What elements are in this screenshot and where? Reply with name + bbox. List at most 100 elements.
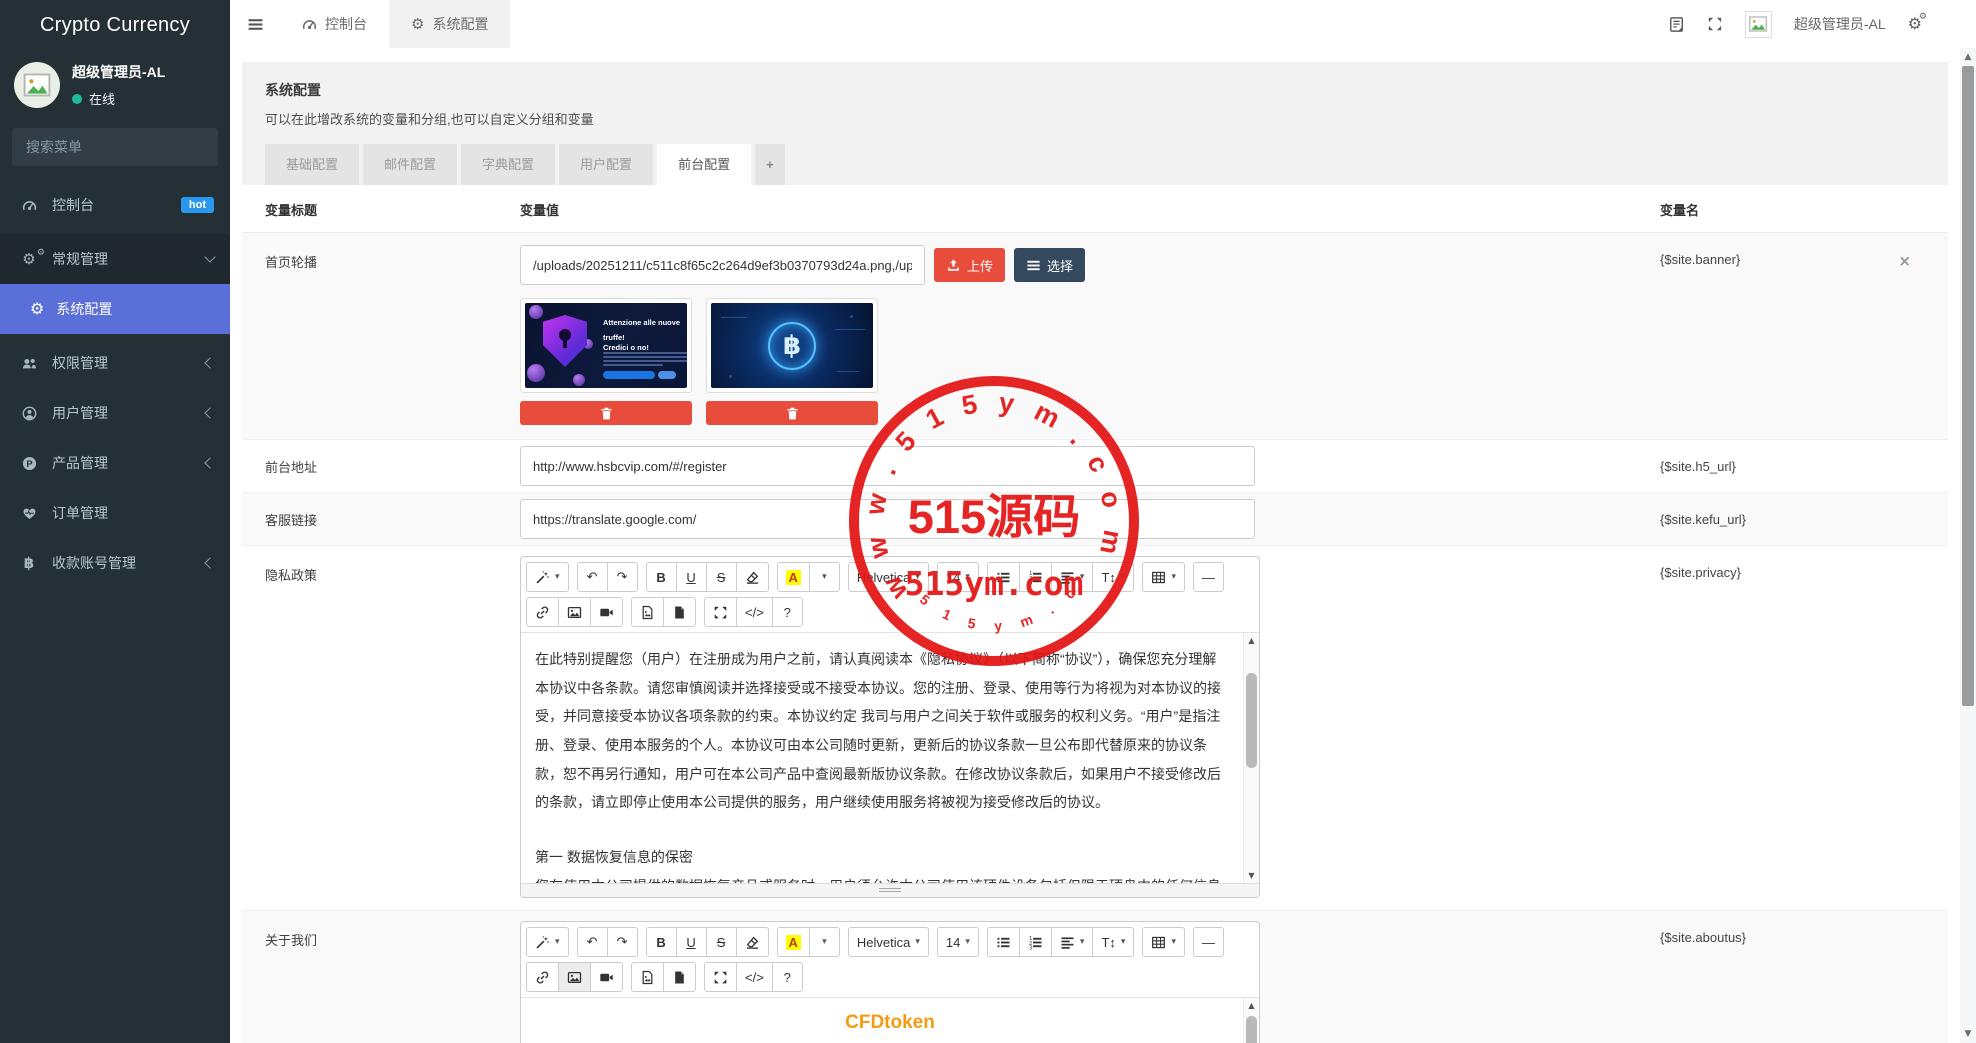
editor-attach-image-button[interactable] bbox=[631, 597, 664, 627]
banner1-subtitle: Credici o no! bbox=[603, 343, 687, 352]
editor-scrollbar[interactable]: ▲ ▼ bbox=[1243, 633, 1259, 883]
fullscreen-icon[interactable] bbox=[1707, 16, 1723, 32]
sidebar-item-permission[interactable]: 权限管理 bbox=[0, 338, 230, 388]
editor-fontsize-dropdown[interactable]: 14▾ bbox=[937, 562, 979, 592]
editor-video-button[interactable] bbox=[590, 597, 623, 627]
topbar-avatar[interactable] bbox=[1745, 11, 1772, 38]
topbar-username[interactable]: 超级管理员-AL bbox=[1794, 14, 1886, 34]
editor-bold-button[interactable]: B bbox=[646, 927, 677, 957]
add-tab-button[interactable]: + bbox=[755, 144, 785, 185]
editor-table-button[interactable]: ▾ bbox=[1142, 562, 1185, 592]
editor-redo-button[interactable]: ↷ bbox=[607, 927, 638, 957]
editor-hr-button[interactable]: — bbox=[1193, 562, 1224, 592]
delete-banner-1-button[interactable] bbox=[520, 401, 692, 425]
sidebar-item-dashboard[interactable]: 控制台 hot bbox=[0, 180, 230, 230]
banner-thumbnail-2[interactable]: ฿ bbox=[706, 298, 878, 393]
editor-codeview-button[interactable]: </> bbox=[736, 962, 773, 992]
editor-ol-button[interactable] bbox=[1019, 562, 1052, 592]
editor-bold-button[interactable]: B bbox=[646, 562, 677, 592]
editor-hr-button[interactable]: — bbox=[1193, 927, 1224, 957]
scroll-down-arrow[interactable]: ▼ bbox=[1960, 1027, 1976, 1041]
tab-user-config[interactable]: 用户配置 bbox=[559, 144, 653, 185]
editor-strike-button[interactable]: S bbox=[706, 927, 737, 957]
sidebar-item-user-manage[interactable]: 用户管理 bbox=[0, 388, 230, 438]
editor-color-caret-button[interactable]: ▾ bbox=[809, 562, 840, 592]
editor-help-button[interactable]: ? bbox=[772, 597, 803, 627]
editor-video-button[interactable] bbox=[590, 962, 623, 992]
editor-eraser-button[interactable] bbox=[736, 562, 769, 592]
editor-paragraph-button[interactable]: ▾ bbox=[1051, 927, 1094, 957]
editor-attach-image-button[interactable] bbox=[631, 962, 664, 992]
upload-button[interactable]: 上传 bbox=[934, 248, 1005, 282]
editor-color-caret-button[interactable]: ▾ bbox=[809, 927, 840, 957]
h5-url-input[interactable] bbox=[520, 446, 1255, 486]
privacy-rich-text-editor: ▾ ↶ ↷ B U S bbox=[520, 556, 1260, 898]
delete-banner-2-button[interactable] bbox=[706, 401, 878, 425]
editor-table-button[interactable]: ▾ bbox=[1142, 927, 1185, 957]
editor-underline-button[interactable]: U bbox=[676, 927, 707, 957]
editor-resize-bar[interactable] bbox=[521, 883, 1259, 897]
editor-fullscreen-button[interactable] bbox=[704, 597, 737, 627]
close-icon[interactable]: × bbox=[1898, 252, 1911, 270]
editor-ul-button[interactable] bbox=[987, 927, 1020, 957]
scrollbar-thumb[interactable] bbox=[1962, 66, 1974, 706]
editor-ol-button[interactable] bbox=[1019, 927, 1052, 957]
editor-paragraph-button[interactable]: ▾ bbox=[1051, 562, 1094, 592]
settings-cogs-icon[interactable]: ⚙⚙ bbox=[1908, 16, 1922, 32]
banner-thumbnail-1[interactable]: Attenzione alle nuove truffe! Credici o … bbox=[520, 298, 692, 393]
tab-dict-config[interactable]: 字典配置 bbox=[461, 144, 555, 185]
editor-codeview-button[interactable]: </> bbox=[736, 597, 773, 627]
editor-fontname-dropdown[interactable]: Helvetica▾ bbox=[848, 927, 929, 957]
editor-undo-button[interactable]: ↶ bbox=[577, 927, 608, 957]
editor-style-button[interactable]: ▾ bbox=[526, 927, 569, 957]
editor-fullscreen-button[interactable] bbox=[704, 962, 737, 992]
scroll-down-arrow[interactable]: ▼ bbox=[1244, 869, 1259, 882]
choose-button[interactable]: 选择 bbox=[1014, 248, 1085, 282]
scrollbar-thumb[interactable] bbox=[1246, 1016, 1257, 1043]
editor-scrollbar[interactable]: ▲ bbox=[1243, 998, 1259, 1043]
user-avatar[interactable] bbox=[14, 62, 60, 108]
scrollbar-thumb[interactable] bbox=[1246, 673, 1257, 768]
privacy-editor-content[interactable]: 在此特别提醒您（用户）在注册成为用户之前，请认真阅读本《隐私协议》（以下简称“协… bbox=[521, 633, 1259, 883]
language-switch-icon[interactable] bbox=[1668, 16, 1685, 33]
banner-path-input[interactable] bbox=[520, 245, 925, 285]
editor-undo-button[interactable]: ↶ bbox=[577, 562, 608, 592]
editor-style-button[interactable]: ▾ bbox=[526, 562, 569, 592]
topbar-tab-system-config[interactable]: ⚙ 系统配置 bbox=[389, 0, 510, 48]
editor-color-button[interactable]: A bbox=[777, 562, 810, 592]
editor-link-button[interactable] bbox=[526, 962, 559, 992]
hamburger-menu-button[interactable] bbox=[230, 0, 280, 48]
editor-image-button[interactable] bbox=[558, 962, 591, 992]
editor-ul-button[interactable] bbox=[987, 562, 1020, 592]
scroll-up-arrow[interactable]: ▲ bbox=[1960, 50, 1976, 64]
tab-mail-config[interactable]: 邮件配置 bbox=[363, 144, 457, 185]
scroll-up-arrow[interactable]: ▲ bbox=[1244, 999, 1259, 1012]
editor-attach-file-button[interactable] bbox=[663, 962, 696, 992]
sidebar-item-product-manage[interactable]: 产品管理 bbox=[0, 438, 230, 488]
editor-strike-button[interactable]: S bbox=[706, 562, 737, 592]
editor-attach-file-button[interactable] bbox=[663, 597, 696, 627]
editor-help-button[interactable]: ? bbox=[772, 962, 803, 992]
page-scrollbar[interactable]: ▲ ▼ bbox=[1959, 48, 1976, 1043]
menu-search-input[interactable] bbox=[24, 138, 209, 156]
topbar-tab-dashboard[interactable]: 控制台 bbox=[280, 0, 389, 48]
editor-eraser-button[interactable] bbox=[736, 927, 769, 957]
editor-color-button[interactable]: A bbox=[777, 927, 810, 957]
editor-image-button[interactable] bbox=[558, 597, 591, 627]
editor-link-button[interactable] bbox=[526, 597, 559, 627]
sidebar-item-payment-account[interactable]: ฿ 收款账号管理 bbox=[0, 538, 230, 588]
sidebar-item-order-manage[interactable]: 订单管理 bbox=[0, 488, 230, 538]
tab-frontend-config[interactable]: 前台配置 bbox=[657, 144, 751, 185]
editor-lineheight-button[interactable]: T↕▾ bbox=[1092, 562, 1134, 592]
sidebar-item-system-config[interactable]: ⚙ 系统配置 bbox=[0, 284, 230, 334]
editor-fontsize-dropdown[interactable]: 14▾ bbox=[937, 927, 979, 957]
tab-basic-config[interactable]: 基础配置 bbox=[265, 144, 359, 185]
editor-lineheight-button[interactable]: T↕▾ bbox=[1092, 927, 1134, 957]
sidebar-item-general-manage[interactable]: ⚙⚙ 常规管理 bbox=[0, 234, 230, 284]
aboutus-editor-content[interactable]: CFDtoken ▲ bbox=[521, 998, 1259, 1043]
editor-fontname-dropdown[interactable]: Helvetica▾ bbox=[848, 562, 929, 592]
scroll-up-arrow[interactable]: ▲ bbox=[1244, 634, 1259, 647]
kefu-url-input[interactable] bbox=[520, 499, 1255, 539]
editor-redo-button[interactable]: ↷ bbox=[607, 562, 638, 592]
editor-underline-button[interactable]: U bbox=[676, 562, 707, 592]
